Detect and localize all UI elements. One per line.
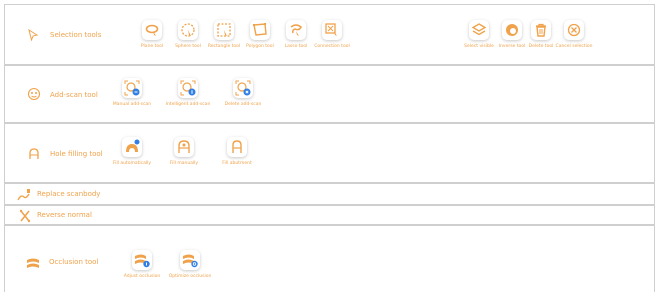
layers-icon (471, 22, 487, 38)
cancel-selection-label: Cancel selection (555, 44, 593, 49)
scan-face-icon (27, 87, 41, 101)
fill-abutment-button[interactable]: Fill abutment (217, 137, 257, 166)
hole-filling-panel: Hole filling tool Fill automatically Fil… (4, 123, 655, 183)
inverse-icon (504, 22, 520, 38)
plane-tool-label: Plane tool (140, 44, 164, 49)
connection-tool-icon (324, 22, 340, 38)
fill-abutment-icon (229, 139, 245, 155)
plane-tool-button[interactable]: Plane tool (132, 20, 172, 49)
rectangle-tool-label: Rectangle tool (207, 44, 241, 49)
optimize-occlusion-button[interactable]: Optimize occlusion (168, 250, 212, 279)
section-title-add-scan: Add-scan tool (50, 91, 98, 99)
intelligent-add-scan-button[interactable]: Intelligent add-scan (165, 78, 211, 107)
delete-add-scan-icon (235, 80, 251, 96)
manual-add-scan-button[interactable]: Manual add-scan (112, 78, 152, 107)
lasso-tool-button[interactable]: Lasso tool (276, 20, 316, 49)
cancel-selection-icon (566, 22, 582, 38)
lasso-tool-icon (288, 22, 304, 38)
fill-automatically-icon (124, 139, 140, 155)
fill-manually-label: Fill manually (169, 161, 199, 166)
fill-abutment-label: Fill abutment (222, 161, 252, 166)
replace-scanbody-row[interactable]: Replace scanbody (4, 183, 655, 205)
selection-tools-panel: Selection tools Plane tool Sphere tool R… (4, 4, 655, 65)
sphere-tool-button[interactable]: Sphere tool (168, 20, 208, 49)
lasso-tool-label: Lasso tool (284, 44, 308, 49)
section-title-selection: Selection tools (50, 31, 102, 39)
adjust-occlusion-label: Adjust occlusion (123, 274, 161, 279)
trash-icon (533, 22, 549, 38)
optimize-occlusion-icon (182, 252, 198, 268)
cursor-arrow-icon (27, 29, 39, 41)
delete-tool-label: Delete tool (528, 44, 554, 49)
manual-add-scan-icon (124, 80, 140, 96)
adjust-occlusion-icon (134, 252, 150, 268)
plane-tool-icon (144, 22, 160, 38)
fill-automatically-button[interactable]: Fill automatically (112, 137, 152, 166)
optimize-occlusion-label: Optimize occlusion (168, 274, 212, 279)
delete-add-scan-button[interactable]: Delete add-scan (223, 78, 263, 107)
add-scan-panel: Add-scan tool Manual add-scan Intelligen… (4, 65, 655, 123)
occlusion-icon (26, 256, 40, 270)
section-title-hole-filling: Hole filling tool (50, 150, 103, 158)
scanbody-icon (17, 188, 31, 202)
reverse-normal-icon (18, 209, 32, 223)
section-title-reverse-normal: Reverse normal (37, 211, 92, 219)
occlusion-panel: Occlusion tool Adjust occlusion Optimize… (4, 225, 655, 292)
sphere-tool-label: Sphere tool (175, 44, 201, 49)
manual-add-scan-label: Manual add-scan (112, 102, 152, 107)
delete-add-scan-label: Delete add-scan (224, 102, 262, 107)
intelligent-add-scan-label: Intelligent add-scan (165, 102, 211, 107)
select-visible-label: Select visible (464, 44, 494, 49)
cancel-selection-button[interactable]: Cancel selection (554, 20, 594, 49)
connection-tool-button[interactable]: Connection tool (312, 20, 352, 49)
rectangle-tool-icon (216, 22, 232, 38)
section-title-occlusion: Occlusion tool (49, 258, 99, 266)
reverse-normal-row[interactable]: Reverse normal (4, 205, 655, 225)
tooth-icon (27, 147, 41, 161)
rectangle-tool-button[interactable]: Rectangle tool (204, 20, 244, 49)
polygon-tool-icon (252, 22, 268, 38)
fill-manually-icon (176, 139, 192, 155)
fill-manually-button[interactable]: Fill manually (164, 137, 204, 166)
sphere-tool-icon (180, 22, 196, 38)
fill-automatically-label: Fill automatically (112, 161, 152, 166)
adjust-occlusion-button[interactable]: Adjust occlusion (122, 250, 162, 279)
intelligent-add-scan-icon (180, 80, 196, 96)
polygon-tool-label: Polygon tool (246, 44, 274, 49)
connection-tool-label: Connection tool (314, 44, 350, 49)
section-title-replace-scanbody: Replace scanbody (37, 190, 101, 198)
polygon-tool-button[interactable]: Polygon tool (240, 20, 280, 49)
